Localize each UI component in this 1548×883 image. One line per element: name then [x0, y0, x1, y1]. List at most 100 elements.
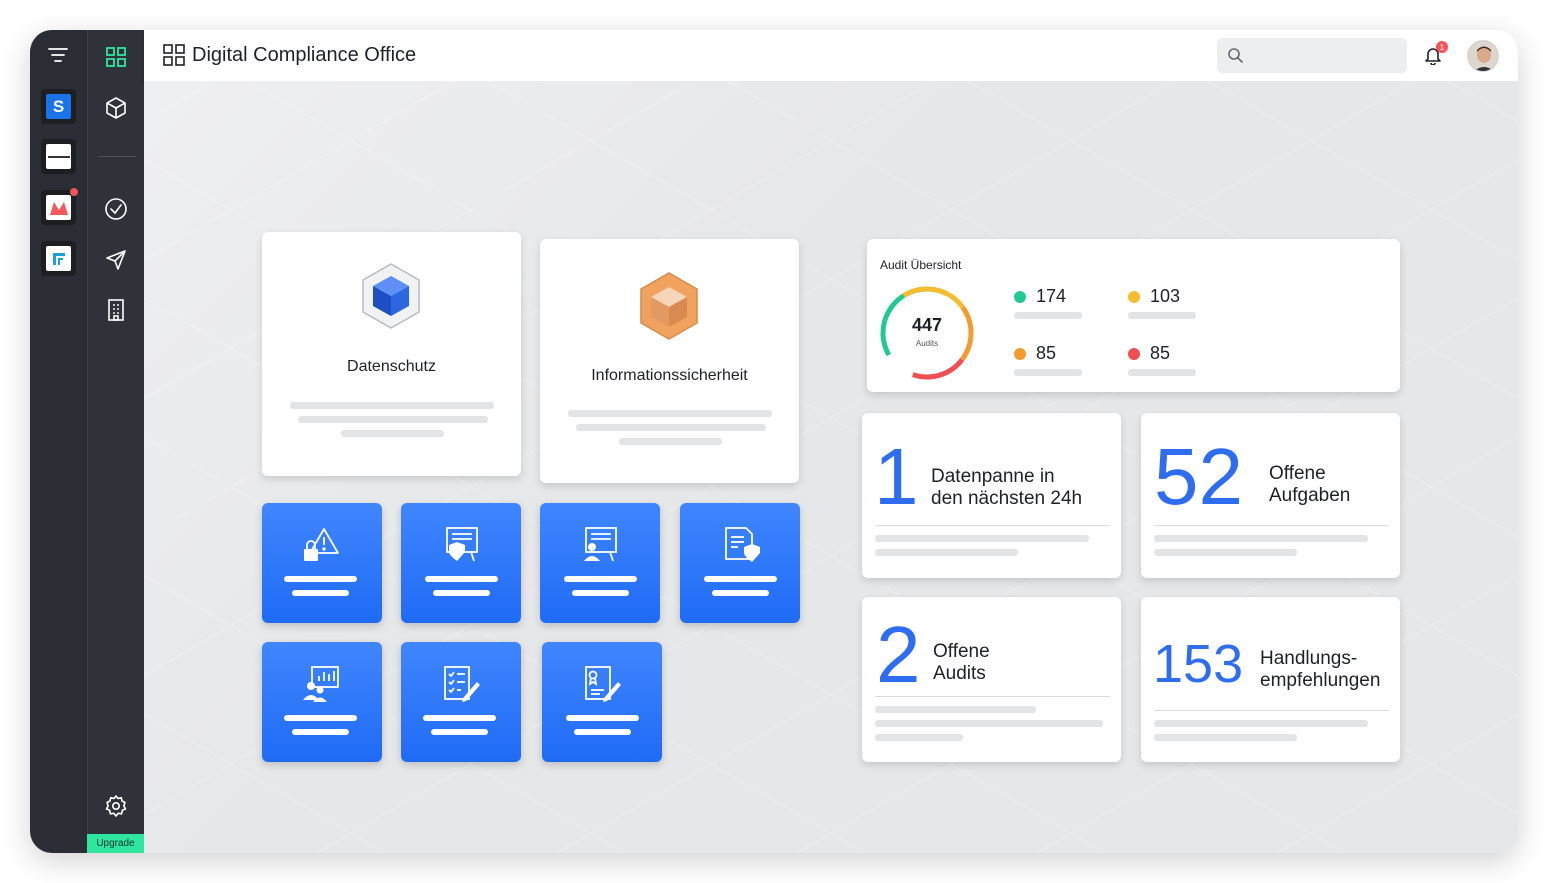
tile-team-chart[interactable]	[262, 642, 382, 762]
stat-value: 174	[1036, 286, 1067, 306]
tile-label-bar	[284, 715, 357, 721]
navigation-rail	[87, 30, 144, 853]
tile-checklist-edit[interactable]	[401, 642, 521, 762]
blue-cube-icon	[359, 262, 423, 337]
checklist-edit-icon	[444, 666, 480, 702]
tile-label-bar	[284, 576, 357, 582]
placeholder-bar	[341, 430, 444, 437]
audit-total-label: Audits	[915, 339, 939, 348]
filter-menu-icon[interactable]	[47, 46, 69, 64]
app-f-tile[interactable]	[41, 241, 76, 276]
placeholder-bar	[875, 706, 1036, 713]
placeholder-bar	[1154, 535, 1368, 542]
top-header: Digital Compliance Office 1	[144, 30, 1518, 81]
placeholder-bar	[298, 416, 488, 423]
module-card-datenschutz[interactable]: Datenschutz	[262, 232, 521, 476]
kpi-card-handlungsempfehlungen[interactable]: 153 Handlungs-empfehlungen	[1141, 597, 1400, 762]
audit-stat-red: 85	[1128, 343, 1170, 364]
audit-title: Audit Übersicht	[880, 258, 962, 272]
tile-document-person[interactable]	[540, 503, 660, 623]
tile-label-bar	[425, 576, 498, 582]
app-f-icon	[46, 246, 71, 271]
user-avatar[interactable]	[1467, 40, 1499, 72]
audit-donut-chart: 447 Audits	[879, 285, 975, 386]
kpi-value: 1	[874, 432, 919, 521]
placeholder-bar	[1014, 369, 1082, 376]
audit-overview-card[interactable]: Audit Übersicht 447 Audits 174 103 85 85	[867, 239, 1400, 392]
kpi-label: Datenpanne in den nächsten 24h	[931, 466, 1083, 509]
module-card-informationssicherheit[interactable]: Informationssicherheit	[540, 239, 799, 483]
module-title: Informationssicherheit	[591, 367, 748, 384]
notification-badge: 1	[1436, 41, 1448, 53]
document-shield-icon	[446, 527, 478, 562]
placeholder-bar	[1154, 734, 1297, 741]
kpi-label: Handlungs-empfehlungen	[1260, 648, 1381, 691]
app-m-icon	[46, 195, 71, 220]
placeholder-bar	[875, 549, 1018, 556]
kpi-card-offene-audits[interactable]: 2 Offene Audits	[862, 597, 1121, 762]
status-dot-green	[1014, 290, 1026, 303]
settings-gear-icon[interactable]	[104, 794, 128, 818]
audit-stat-orange: 85	[1014, 343, 1056, 364]
app-s-icon: S	[46, 94, 71, 119]
status-dot-orange	[1014, 347, 1026, 360]
audit-total: 447	[911, 315, 943, 335]
kpi-divider	[875, 696, 1110, 697]
tile-file-shield[interactable]	[680, 503, 800, 623]
placeholder-bar	[1128, 369, 1196, 376]
tile-label-bar	[574, 729, 631, 735]
tile-label-bar	[431, 729, 488, 735]
app-window: S Upgrade Digital Compliance Office 1 Da…	[30, 30, 1518, 853]
placeholder-bar	[1154, 549, 1297, 556]
placeholder-bar	[619, 438, 722, 445]
certificate-edit-icon	[585, 666, 621, 702]
tile-risk-lock[interactable]	[262, 503, 382, 623]
app-switcher-rail: S	[30, 30, 87, 853]
nav-divider	[98, 156, 136, 157]
kpi-divider	[1154, 710, 1389, 711]
status-dot-red	[1128, 347, 1140, 360]
kpi-label: Offene Audits	[933, 641, 990, 684]
orange-cube-icon	[637, 271, 701, 350]
placeholder-bar	[290, 402, 494, 409]
status-dot-yellow	[1128, 290, 1140, 303]
kpi-card-offene-aufgaben[interactable]: 52 Offene Aufgaben	[1141, 413, 1400, 578]
warning-lock-icon	[304, 528, 339, 561]
document-person-icon	[584, 527, 617, 562]
tasks-check-icon[interactable]	[104, 197, 128, 221]
kpi-label: Offene Aufgaben	[1269, 463, 1351, 506]
dashboard-icon[interactable]	[105, 46, 127, 68]
placeholder-bar	[875, 720, 1103, 727]
search-icon	[1227, 47, 1243, 68]
placeholder-bar	[568, 410, 772, 417]
app-texte-tile[interactable]	[41, 139, 76, 174]
app-m-notification-dot	[70, 188, 78, 196]
page-title: Digital Compliance Office	[192, 44, 417, 66]
search-input[interactable]	[1217, 38, 1407, 73]
tile-label-bar	[712, 590, 769, 596]
placeholder-bar	[576, 424, 766, 431]
module-title: Datenschutz	[347, 358, 436, 375]
app-s-tile[interactable]: S	[41, 89, 76, 124]
kpi-divider	[875, 525, 1110, 526]
placeholder-bar	[875, 535, 1089, 542]
modules-cube-icon[interactable]	[104, 96, 128, 120]
kpi-value: 2	[876, 610, 921, 699]
tile-label-bar	[423, 715, 496, 721]
tile-document-shield[interactable]	[401, 503, 521, 623]
building-icon[interactable]	[105, 298, 127, 322]
placeholder-bar	[1014, 312, 1082, 319]
tile-label-bar	[704, 576, 777, 582]
tile-label-bar	[433, 590, 490, 596]
audit-stat-yellow: 103	[1128, 286, 1180, 307]
kpi-value: 153	[1153, 634, 1244, 694]
team-chart-icon	[303, 666, 339, 702]
tile-certificate-edit[interactable]	[542, 642, 662, 762]
app-texte-icon	[46, 144, 71, 169]
dashboard-canvas: Datenschutz Informationssicherheit Audit…	[144, 81, 1518, 853]
send-icon[interactable]	[104, 248, 128, 272]
stat-value: 85	[1036, 343, 1057, 363]
app-m-tile[interactable]	[41, 188, 78, 225]
upgrade-button[interactable]: Upgrade	[87, 834, 144, 853]
kpi-card-datenpanne[interactable]: 1 Datenpanne in den nächsten 24h	[862, 413, 1121, 578]
